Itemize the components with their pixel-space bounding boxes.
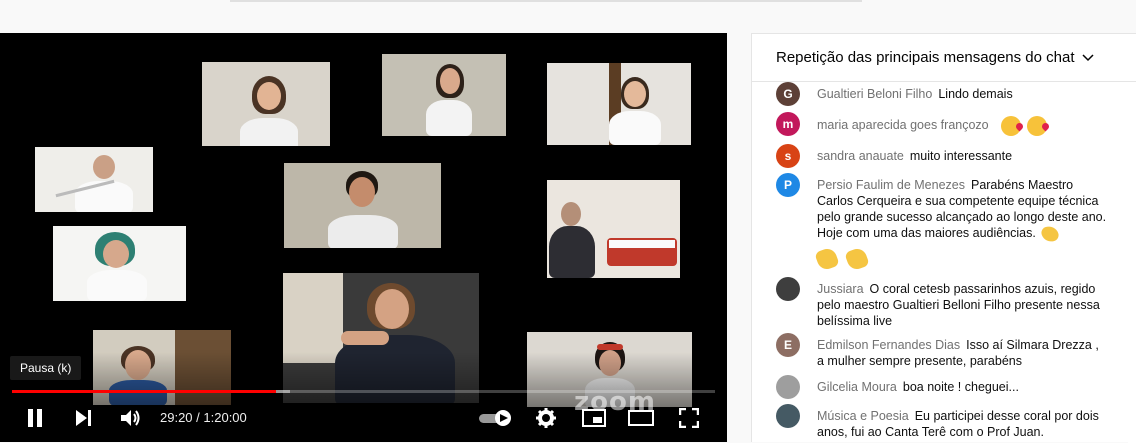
pause-tooltip: Pausa (k) bbox=[10, 356, 82, 380]
avatar-letter: E bbox=[783, 338, 792, 352]
time-separator: / bbox=[192, 410, 204, 425]
next-icon bbox=[76, 410, 91, 426]
clapping-hands-emoji-icon bbox=[844, 246, 870, 272]
avatar-letter: m bbox=[782, 117, 794, 131]
time-current: 29:20 bbox=[160, 410, 193, 425]
chat-author[interactable]: Persio Faulim de Menezes bbox=[817, 178, 965, 192]
chat-scrollbar[interactable] bbox=[1128, 82, 1136, 443]
theater-icon bbox=[628, 410, 654, 426]
avatar: E bbox=[776, 333, 800, 357]
video-tile bbox=[53, 226, 186, 301]
top-divider bbox=[230, 0, 862, 2]
video-tile bbox=[382, 54, 506, 136]
clapping-hands-emoji-icon bbox=[814, 246, 840, 272]
chat-message: m maria aparecida goes françozo bbox=[776, 112, 1126, 136]
chat-message: Jussiara O coral cetesb passarinhos azuis… bbox=[776, 277, 1126, 329]
fullscreen-icon bbox=[679, 408, 699, 428]
video-player[interactable]: zoom Pausa (k) 29:20 / 1:20:00 bbox=[0, 33, 727, 442]
chat-message: E Edmilson Fernandes Dias Isso aí Silmara… bbox=[776, 333, 1126, 369]
chevron-down-icon bbox=[1081, 53, 1094, 61]
chat-author[interactable]: Gilcelia Moura bbox=[817, 380, 897, 394]
chat-author[interactable]: Música e Poesia bbox=[817, 409, 909, 423]
avatar-letter: P bbox=[783, 178, 792, 192]
chat-text: boa noite ! cheguei... bbox=[902, 380, 1019, 394]
avatar-letter: G bbox=[783, 87, 793, 101]
chat-message: P Persio Faulim de Menezes Parabéns Maest… bbox=[776, 173, 1126, 272]
page-top-strip bbox=[0, 0, 1136, 33]
chat-author[interactable]: Gualtieri Beloni Filho bbox=[817, 87, 932, 101]
volume-button[interactable] bbox=[116, 404, 144, 432]
chat-message: Música e Poesia Eu participei desse coral… bbox=[776, 404, 1126, 440]
kiss-emoji-icon bbox=[1026, 116, 1047, 136]
avatar bbox=[776, 375, 800, 399]
chat-text: Lindo demais bbox=[938, 87, 1013, 101]
autoplay-toggle[interactable] bbox=[478, 404, 514, 432]
video-tile bbox=[284, 163, 441, 248]
settings-button[interactable] bbox=[533, 404, 559, 432]
time-display: 29:20 / 1:20:00 bbox=[160, 410, 247, 425]
chat-message: Gilcelia Moura boa noite ! cheguei... bbox=[776, 375, 1126, 399]
emoji-row bbox=[814, 246, 870, 272]
avatar: P bbox=[776, 173, 800, 197]
chat-author[interactable]: Edmilson Fernandes Dias bbox=[817, 338, 960, 352]
avatar: s bbox=[776, 144, 800, 168]
avatar: G bbox=[776, 82, 800, 106]
time-total: 1:20:00 bbox=[203, 410, 247, 425]
avatar bbox=[776, 404, 800, 428]
live-chat-panel: Repetição das principais mensagens do ch… bbox=[751, 33, 1136, 443]
chat-author[interactable]: sandra anauate bbox=[817, 149, 904, 163]
autoplay-toggle-icon bbox=[479, 410, 511, 426]
chat-header-title: Repetição das principais mensagens do ch… bbox=[776, 49, 1075, 66]
fullscreen-button[interactable] bbox=[676, 404, 702, 432]
clapping-hands-emoji-icon bbox=[1039, 223, 1061, 244]
avatar bbox=[776, 277, 800, 301]
video-tile bbox=[35, 147, 153, 212]
miniplayer-icon bbox=[582, 409, 606, 427]
avatar-letter: s bbox=[784, 149, 792, 163]
next-button[interactable] bbox=[70, 404, 96, 432]
progress-played bbox=[12, 390, 276, 393]
chat-author[interactable]: Jussiara bbox=[817, 282, 864, 296]
chat-mode-dropdown[interactable]: Repetição das principais mensagens do ch… bbox=[752, 34, 1136, 82]
chat-author[interactable]: maria aparecida goes françozo bbox=[817, 118, 989, 132]
kiss-emoji-icon bbox=[1000, 116, 1021, 136]
video-tile bbox=[547, 180, 680, 278]
progress-bar[interactable] bbox=[12, 390, 715, 393]
gear-icon bbox=[536, 408, 556, 428]
pause-button[interactable] bbox=[22, 404, 48, 432]
video-tile bbox=[202, 62, 330, 146]
pause-icon bbox=[28, 409, 42, 427]
volume-icon bbox=[121, 410, 140, 426]
chat-text: muito interessante bbox=[909, 149, 1013, 163]
video-tile bbox=[547, 63, 691, 145]
avatar: m bbox=[776, 112, 800, 136]
miniplayer-button[interactable] bbox=[581, 404, 607, 432]
chat-message: G Gualtieri Beloni Filho Lindo demais bbox=[776, 82, 1126, 106]
theater-button[interactable] bbox=[627, 404, 655, 432]
chat-message: s sandra anauate muito interessante bbox=[776, 144, 1126, 168]
